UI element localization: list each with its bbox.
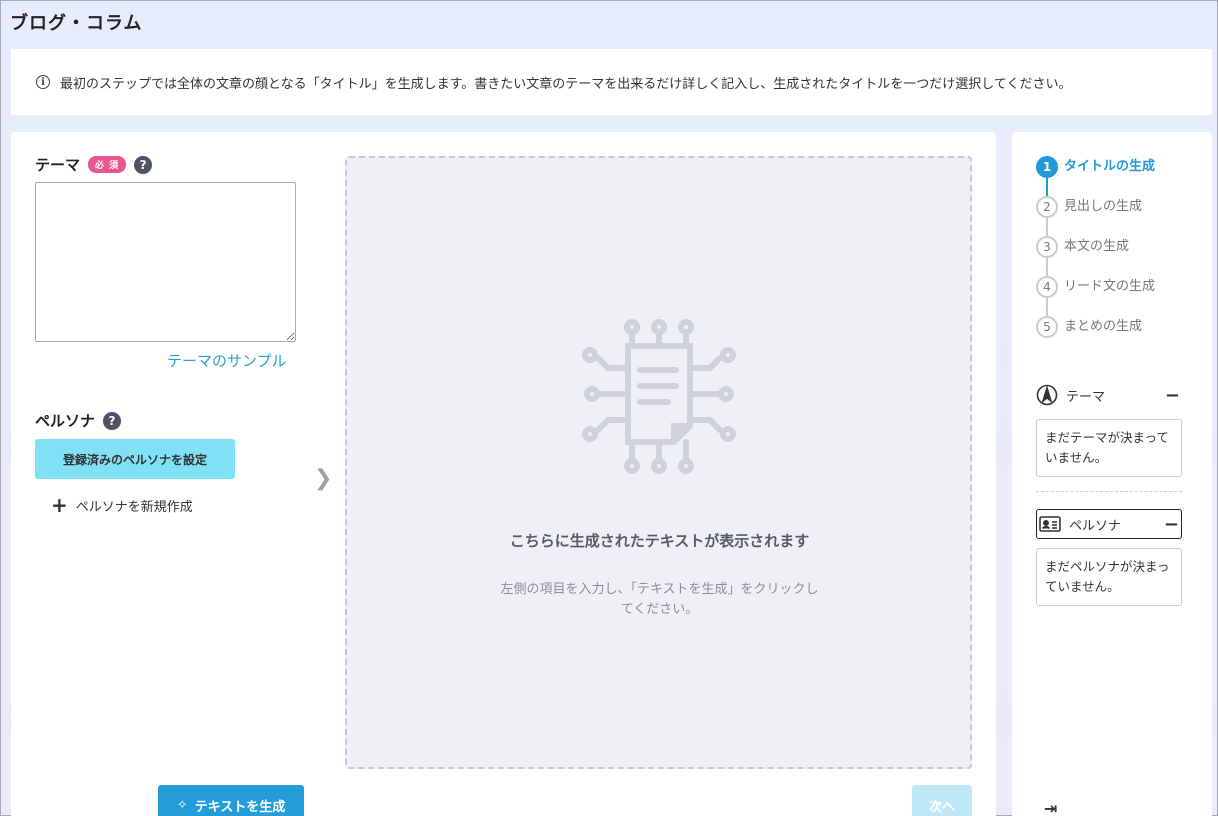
new-persona-button[interactable]: + ペルソナを新規作成 bbox=[51, 495, 193, 515]
step-label: 見出しの生成 bbox=[1064, 199, 1143, 214]
divider bbox=[1036, 491, 1182, 492]
ai-document-icon bbox=[582, 319, 736, 474]
plus-icon: + bbox=[51, 493, 68, 517]
step-item[interactable]: 4 リード文の生成 bbox=[1036, 276, 1155, 316]
generate-text-button[interactable]: ✧ テキストを生成 bbox=[158, 785, 304, 816]
generate-text-label: テキストを生成 bbox=[194, 799, 286, 815]
minus-icon[interactable]: − bbox=[1165, 385, 1180, 406]
theme-summary-box: まだテーマが決まっていません。 bbox=[1036, 419, 1182, 477]
persona-summary-box: まだペルソナが決まっていません。 bbox=[1036, 548, 1182, 606]
persona-summary-header[interactable]: ペルソナ − bbox=[1036, 509, 1182, 539]
progress-sidebar: 1 タイトルの生成 2 見出しの生成 3 本文の生成 4 リード文の生成 5 ま… bbox=[1012, 132, 1212, 816]
step-number: 5 bbox=[1036, 316, 1058, 338]
required-badge: 必 須 bbox=[88, 156, 127, 173]
id-card-icon bbox=[1039, 516, 1061, 532]
persona-label: ペルソナ bbox=[35, 412, 96, 430]
theme-label-row: テーマ 必 須 ? bbox=[35, 154, 153, 175]
main-panel: テーマ 必 須 ? テーマのサンプル ペルソナ ? 登録済みのペルソナを設定 +… bbox=[11, 132, 996, 816]
persona-label-row: ペルソナ ? bbox=[35, 410, 122, 431]
output-area: こちらに生成されたテキストが表示されます 左側の項目を入力し、「テキストを生成」… bbox=[345, 156, 972, 769]
page-title: ブログ・コラム bbox=[10, 13, 143, 34]
theme-input[interactable] bbox=[35, 182, 296, 342]
minus-icon[interactable]: − bbox=[1164, 514, 1179, 535]
compass-icon bbox=[1036, 384, 1058, 406]
output-placeholder-title: こちらに生成されたテキストが表示されます bbox=[509, 532, 810, 550]
step-connector bbox=[1046, 298, 1048, 316]
step-item[interactable]: 3 本文の生成 bbox=[1036, 236, 1155, 276]
sparkle-icon: ✧ bbox=[176, 797, 188, 813]
set-persona-button[interactable]: 登録済みのペルソナを設定 bbox=[35, 439, 235, 479]
chevron-right-icon: ❯ bbox=[314, 466, 333, 491]
notice-text: 最初のステップでは全体の文章の顔となる「タイトル」を生成します。書きたい文章のテ… bbox=[60, 76, 1072, 92]
step-list: 1 タイトルの生成 2 見出しの生成 3 本文の生成 4 リード文の生成 5 ま… bbox=[1036, 156, 1155, 356]
step-number: 3 bbox=[1036, 236, 1058, 258]
theme-sample-link[interactable]: テーマのサンプル bbox=[167, 350, 287, 371]
new-persona-label: ペルソナを新規作成 bbox=[75, 499, 193, 515]
theme-label: テーマ bbox=[35, 156, 81, 174]
step-connector bbox=[1046, 258, 1048, 276]
step-label: タイトルの生成 bbox=[1064, 159, 1156, 174]
help-icon[interactable]: ? bbox=[103, 411, 122, 430]
help-icon[interactable]: ? bbox=[134, 155, 153, 174]
info-icon: i bbox=[36, 75, 50, 89]
step-label: リード文の生成 bbox=[1064, 279, 1156, 294]
step-item[interactable]: 1 タイトルの生成 bbox=[1036, 156, 1155, 196]
step-item[interactable]: 2 見出しの生成 bbox=[1036, 196, 1155, 236]
collapse-sidebar-icon[interactable]: ⇥ bbox=[1044, 799, 1057, 816]
step-number: 4 bbox=[1036, 276, 1058, 298]
step-label: まとめの生成 bbox=[1064, 319, 1143, 334]
step-number: 2 bbox=[1036, 196, 1058, 218]
step-number: 1 bbox=[1036, 156, 1058, 178]
notice-banner: i 最初のステップでは全体の文章の顔となる「タイトル」を生成します。書きたい文章… bbox=[11, 49, 1212, 115]
step-label: 本文の生成 bbox=[1064, 239, 1130, 254]
persona-summary-title: ペルソナ bbox=[1069, 518, 1122, 534]
theme-summary-header[interactable]: テーマ − bbox=[1036, 380, 1182, 410]
step-connector bbox=[1046, 218, 1048, 236]
step-item[interactable]: 5 まとめの生成 bbox=[1036, 316, 1155, 356]
output-placeholder-subtitle: 左側の項目を入力し、「テキストを生成」をクリックしてください。 bbox=[500, 582, 819, 617]
theme-summary-title: テーマ bbox=[1066, 389, 1106, 405]
step-connector bbox=[1046, 178, 1048, 196]
next-button[interactable]: 次へ bbox=[912, 785, 972, 816]
